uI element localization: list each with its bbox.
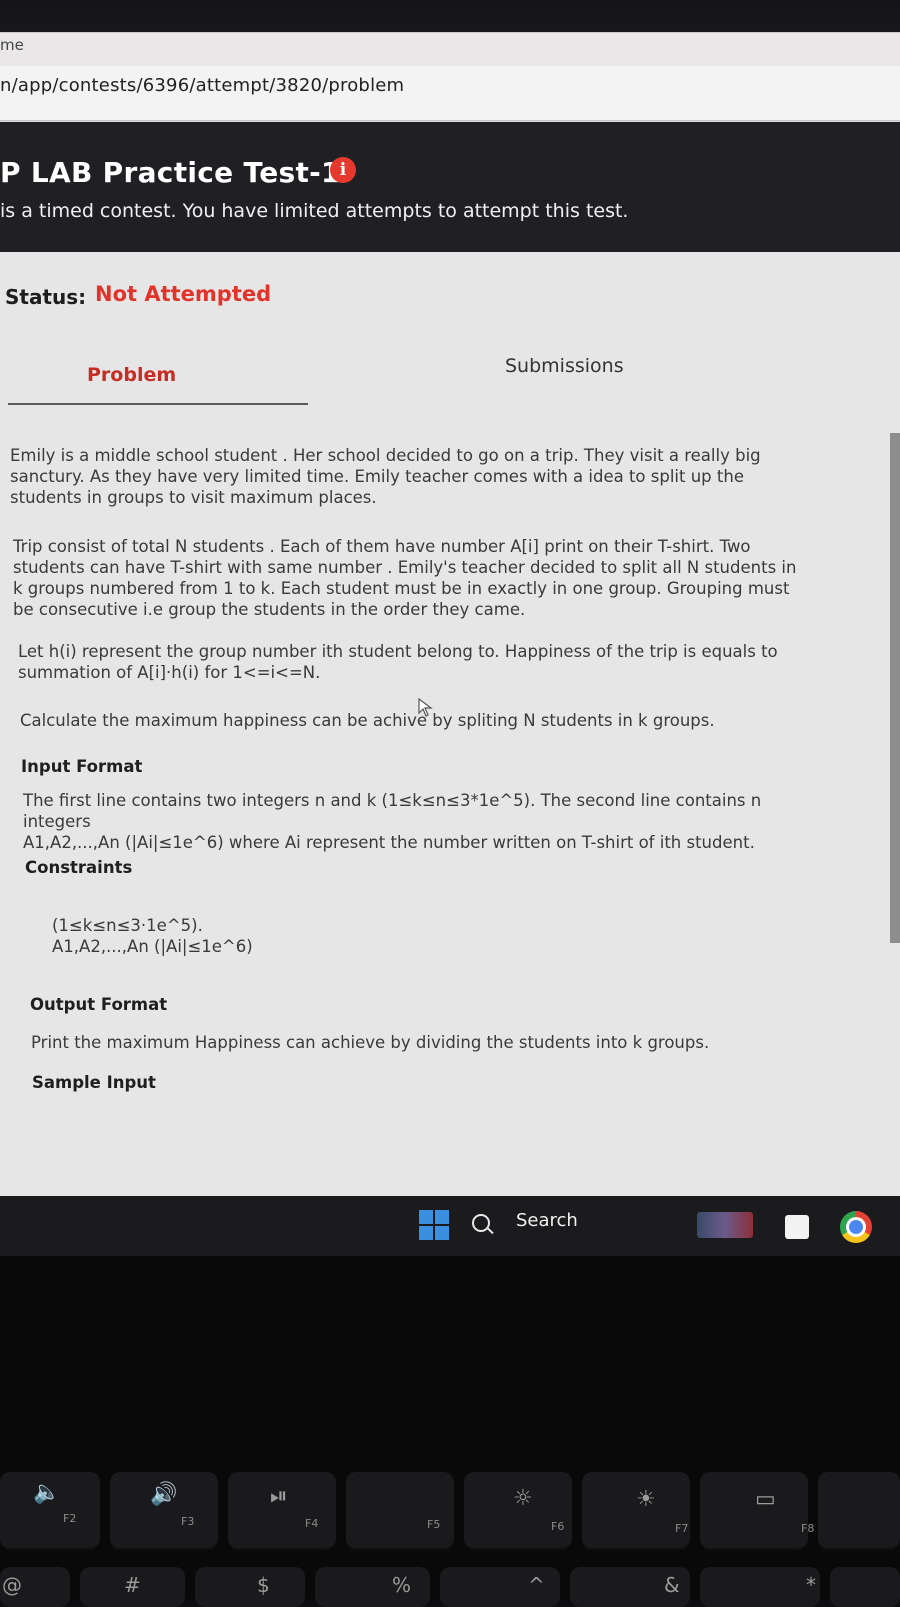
contest-subtitle: is a timed contest. You have limited att…	[0, 200, 629, 222]
statement-line: students can have T-shirt with same numb…	[13, 558, 797, 577]
key-f9[interactable]	[818, 1472, 900, 1550]
key-glyph-asterisk: *	[806, 1573, 816, 1597]
key-glyph-at: @	[2, 1573, 22, 1597]
key-f8[interactable]	[700, 1472, 808, 1550]
windows-start-icon[interactable]	[419, 1210, 449, 1240]
key-label-f3: F3	[181, 1515, 195, 1528]
statement-line: Let h(i) represent the group number ith …	[18, 642, 778, 661]
app-icon[interactable]	[785, 1215, 809, 1239]
widgets-icon[interactable]	[697, 1212, 753, 1238]
volume-mute-icon: 🔈	[33, 1480, 61, 1505]
statement-line: Trip consist of total N students . Each …	[13, 537, 751, 556]
key-label-f6: F6	[551, 1520, 565, 1533]
key-glyph-dollar: $	[257, 1573, 270, 1597]
statement-line: Emily is a middle school student . Her s…	[10, 446, 761, 465]
key-glyph-ampersand: &	[664, 1573, 680, 1597]
sample-input-heading: Sample Input	[32, 1073, 156, 1092]
page-scrollbar[interactable]	[890, 433, 900, 943]
brightness-down-icon: ☼	[513, 1486, 533, 1511]
statement-line: A1,A2,...,An (|Ai|≤1e^6) where Ai repres…	[23, 833, 755, 852]
info-icon[interactable]: i	[330, 157, 356, 183]
input-format-text: The first line contains two integers n a…	[23, 790, 823, 853]
key-label-f8: F8	[801, 1522, 815, 1535]
statement-paragraph-4: Calculate the maximum happiness can be a…	[20, 711, 715, 730]
search-icon	[472, 1214, 490, 1232]
key-f6[interactable]	[464, 1472, 572, 1550]
browser-tab-title[interactable]: me	[0, 36, 24, 54]
key-f5[interactable]	[346, 1472, 454, 1550]
statement-paragraph-1: Emily is a middle school student . Her s…	[10, 445, 810, 508]
key-glyph-percent: %	[392, 1573, 412, 1597]
statement-line: be consecutive i.e group the students in…	[13, 600, 526, 619]
status-label: Status:	[5, 285, 87, 309]
taskbar	[0, 1196, 900, 1256]
tab-submissions[interactable]: Submissions	[505, 355, 624, 377]
constraints-heading: Constraints	[25, 858, 133, 877]
tab-problem[interactable]: Problem	[87, 364, 176, 386]
key-label-f5: F5	[427, 1518, 441, 1531]
active-tab-underline	[8, 403, 308, 405]
statement-line: The first line contains two integers n a…	[23, 791, 762, 831]
key-glyph-caret: ^	[528, 1573, 545, 1597]
contest-title: P LAB Practice Test-1	[0, 156, 341, 189]
play-pause-icon: ⏯	[270, 1484, 288, 1509]
statement-line: k groups numbered from 1 to k. Each stud…	[13, 579, 790, 598]
key-5[interactable]	[315, 1567, 430, 1607]
statement-line: (1≤k≤n≤3·1e^5).	[52, 916, 203, 935]
statement-line: students in groups to visit maximum plac…	[10, 488, 377, 507]
statement-line: summation of A[i]·h(i) for 1<=i<=N.	[18, 663, 321, 682]
key-glyph-hash: #	[124, 1573, 141, 1597]
chrome-icon[interactable]	[840, 1211, 872, 1243]
key-4[interactable]	[195, 1567, 305, 1607]
volume-up-icon: 🔊	[150, 1482, 178, 1507]
output-format-text: Print the maximum Happiness can achieve …	[31, 1033, 710, 1052]
output-format-heading: Output Format	[30, 995, 168, 1014]
statement-paragraph-3: Let h(i) represent the group number ith …	[18, 641, 818, 683]
key-9[interactable]	[830, 1567, 900, 1607]
address-bar-url[interactable]: n/app/contests/6396/attempt/3820/problem	[0, 75, 404, 96]
key-label-f2: F2	[63, 1512, 77, 1525]
brightness-up-icon: ☀	[636, 1487, 656, 1512]
input-format-heading: Input Format	[21, 757, 143, 776]
statement-line: A1,A2,...,An (|Ai|≤1e^6)	[52, 937, 253, 956]
status-value: Not Attempted	[95, 282, 272, 306]
taskbar-search-label: Search	[516, 1210, 578, 1231]
statement-line: sanctury. As they have very limited time…	[10, 467, 744, 486]
key-label-f7: F7	[675, 1522, 689, 1535]
browser-tab-bar[interactable]	[0, 32, 900, 67]
statement-paragraph-2: Trip consist of total N students . Each …	[13, 536, 813, 620]
display-switch-icon: ▭	[755, 1487, 776, 1512]
taskbar-search[interactable]: Search	[472, 1208, 632, 1240]
key-8[interactable]	[700, 1567, 820, 1607]
constraints-text: (1≤k≤n≤3·1e^5). A1,A2,...,An (|Ai|≤1e^6)	[52, 915, 852, 957]
key-label-f4: F4	[305, 1517, 319, 1530]
